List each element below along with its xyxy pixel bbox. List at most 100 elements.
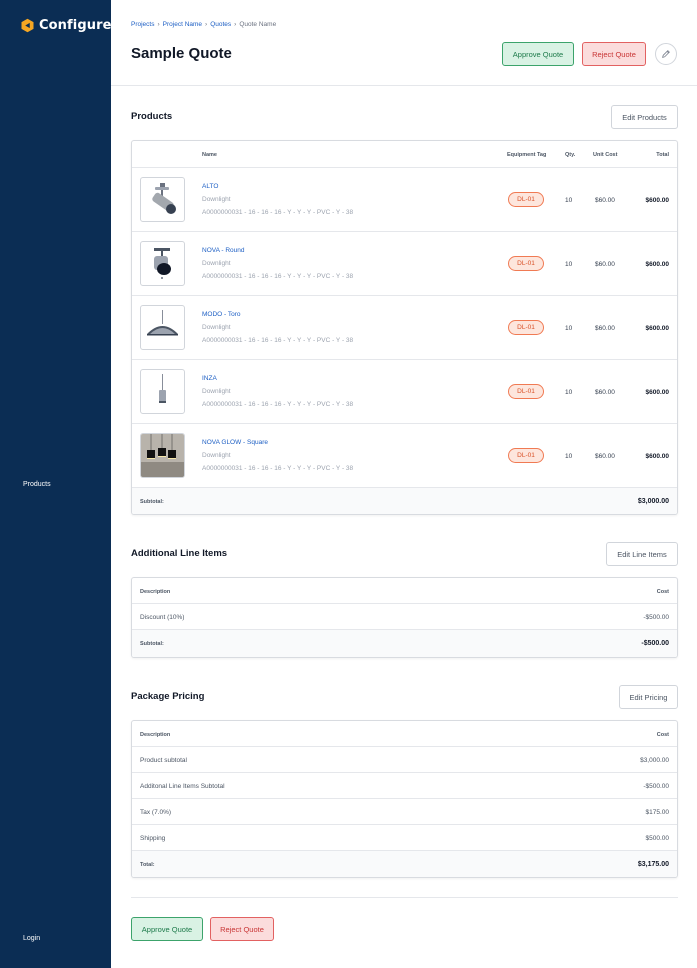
- product-unit-cost: $60.00: [595, 197, 615, 204]
- edit-products-button[interactable]: Edit Products: [611, 105, 678, 129]
- header-divider: [111, 85, 697, 86]
- table-row: Discount (10%) -$500.00: [132, 604, 677, 630]
- additional-section-title: Additional Line Items: [131, 548, 228, 559]
- table-row: Product subtotal $3,000.00: [132, 747, 677, 773]
- product-name-link[interactable]: NOVA GLOW - Square: [202, 439, 268, 446]
- product-sku: A0000000031 - 16 - 16 - 16 - Y - Y - Y -…: [202, 401, 354, 408]
- brand-logo[interactable]: Configure: [20, 18, 112, 33]
- product-unit-cost: $60.00: [595, 453, 615, 460]
- product-total: $600.00: [645, 453, 670, 460]
- product-total: $600.00: [645, 261, 670, 268]
- product-qty: 10: [565, 261, 573, 268]
- product-name-link[interactable]: MODO - Toro: [202, 311, 241, 318]
- column-description: Description: [140, 732, 171, 738]
- breadcrumb-project-name[interactable]: Project Name: [163, 21, 202, 28]
- product-total: $600.00: [645, 197, 670, 204]
- total-label: Total:: [140, 862, 155, 868]
- total-value: $3,175.00: [637, 861, 669, 868]
- breadcrumb-projects[interactable]: Projects: [131, 21, 154, 28]
- table-row: Additonal Line Items Subtotal -$500.00: [132, 773, 677, 799]
- pricing-description: Tax (7.0%): [140, 809, 172, 816]
- table-row[interactable]: NOVA - Round Downlight A0000000031 - 16 …: [132, 232, 677, 296]
- product-qty: 10: [565, 325, 573, 332]
- products-table: Name Equipment Tag Qty. Unit Cost Total …: [131, 140, 678, 515]
- equipment-tag-badge: DL-01: [508, 384, 544, 399]
- equipment-tag-badge: DL-01: [508, 256, 544, 271]
- line-item-description: Discount (10%): [140, 614, 185, 621]
- table-row[interactable]: INZA Downlight A0000000031 - 16 - 16 - 1…: [132, 360, 677, 424]
- product-name-link[interactable]: NOVA - Round: [202, 247, 245, 254]
- equipment-tag-badge: DL-01: [508, 320, 544, 335]
- column-cost: Cost: [656, 589, 669, 595]
- products-subtotal-row: Subtotal: $3,000.00: [132, 488, 677, 514]
- table-row[interactable]: NOVA GLOW - Square Downlight A0000000031…: [132, 424, 677, 488]
- pendant-cylinder-icon: [159, 374, 166, 403]
- product-category: Downlight: [202, 324, 231, 331]
- product-sku: A0000000031 - 16 - 16 - 16 - Y - Y - Y -…: [202, 273, 354, 280]
- additional-items-table: Description Cost Discount (10%) -$500.00…: [131, 577, 678, 658]
- pricing-description: Additonal Line Items Subtotal: [140, 783, 225, 790]
- configure-logo-icon: [21, 18, 34, 33]
- column-cost: Cost: [656, 732, 669, 738]
- product-unit-cost: $60.00: [595, 325, 615, 332]
- table-row: Tax (7.0%) $175.00: [132, 799, 677, 825]
- breadcrumb: Projects › Project Name › Quotes › Quote…: [131, 21, 276, 28]
- spotlight-icon: [152, 183, 176, 214]
- pencil-icon: [662, 50, 670, 58]
- approve-quote-button-footer[interactable]: Approve Quote: [131, 917, 203, 941]
- reject-quote-button-footer[interactable]: Reject Quote: [210, 917, 274, 941]
- sidebar-item-products[interactable]: Products: [23, 481, 51, 488]
- product-thumbnail: [140, 241, 185, 286]
- pricing-cost: $3,000.00: [640, 757, 669, 764]
- line-item-cost: -$500.00: [643, 614, 669, 621]
- table-row[interactable]: ALTO Downlight A0000000031 - 16 - 16 - 1…: [132, 168, 677, 232]
- table-row: Shipping $500.00: [132, 825, 677, 851]
- table-header: Description Cost: [132, 578, 677, 604]
- column-total: Total: [656, 152, 669, 158]
- product-name-link[interactable]: ALTO: [202, 183, 218, 190]
- edit-line-items-button[interactable]: Edit Line Items: [606, 542, 678, 566]
- track-light-icon: [154, 248, 171, 279]
- breadcrumb-chevron-icon: ›: [234, 21, 237, 28]
- package-pricing-table: Description Cost Product subtotal $3,000…: [131, 720, 678, 878]
- column-unit-cost: Unit Cost: [593, 152, 618, 158]
- product-total: $600.00: [645, 325, 670, 332]
- equipment-tag-badge: DL-01: [508, 448, 544, 463]
- breadcrumb-chevron-icon: ›: [205, 21, 208, 28]
- product-thumbnail: [140, 369, 185, 414]
- additional-subtotal-row: Subtotal: -$500.00: [132, 630, 677, 657]
- product-unit-cost: $60.00: [595, 389, 615, 396]
- column-equipment-tag: Equipment Tag: [507, 152, 547, 158]
- equipment-tag-badge: DL-01: [508, 192, 544, 207]
- pendant-dome-icon: [147, 310, 178, 336]
- subtotal-value: -$500.00: [641, 640, 669, 647]
- sidebar-item-login[interactable]: Login: [23, 935, 40, 942]
- reject-quote-button[interactable]: Reject Quote: [582, 42, 646, 66]
- product-qty: 10: [565, 453, 573, 460]
- edit-pricing-button[interactable]: Edit Pricing: [619, 685, 678, 709]
- approve-quote-button[interactable]: Approve Quote: [502, 42, 574, 66]
- subtotal-label: Subtotal:: [140, 641, 164, 647]
- product-name-link[interactable]: INZA: [202, 375, 217, 382]
- pricing-section-title: Package Pricing: [131, 691, 205, 702]
- product-total: $600.00: [645, 389, 670, 396]
- edit-quote-button[interactable]: [655, 43, 677, 65]
- pricing-description: Shipping: [140, 835, 166, 842]
- product-category: Downlight: [202, 452, 231, 459]
- table-row[interactable]: MODO - Toro Downlight A0000000031 - 16 -…: [132, 296, 677, 360]
- product-qty: 10: [565, 389, 573, 396]
- product-category: Downlight: [202, 260, 231, 267]
- product-unit-cost: $60.00: [595, 261, 615, 268]
- product-sku: A0000000031 - 16 - 16 - 16 - Y - Y - Y -…: [202, 209, 354, 216]
- table-header: Name Equipment Tag Qty. Unit Cost Total: [132, 141, 677, 168]
- pricing-cost: $500.00: [645, 835, 670, 842]
- breadcrumb-quotes[interactable]: Quotes: [210, 21, 231, 28]
- page-title: Sample Quote: [131, 45, 232, 62]
- product-thumbnail: [140, 177, 185, 222]
- main-content: Projects › Project Name › Quotes › Quote…: [111, 0, 697, 968]
- table-header: Description Cost: [132, 721, 677, 747]
- pendant-photo-icon: [141, 434, 184, 477]
- breadcrumb-quote-name: Quote Name: [239, 21, 277, 28]
- subtotal-label: Subtotal:: [140, 499, 164, 505]
- product-sku: A0000000031 - 16 - 16 - 16 - Y - Y - Y -…: [202, 337, 354, 344]
